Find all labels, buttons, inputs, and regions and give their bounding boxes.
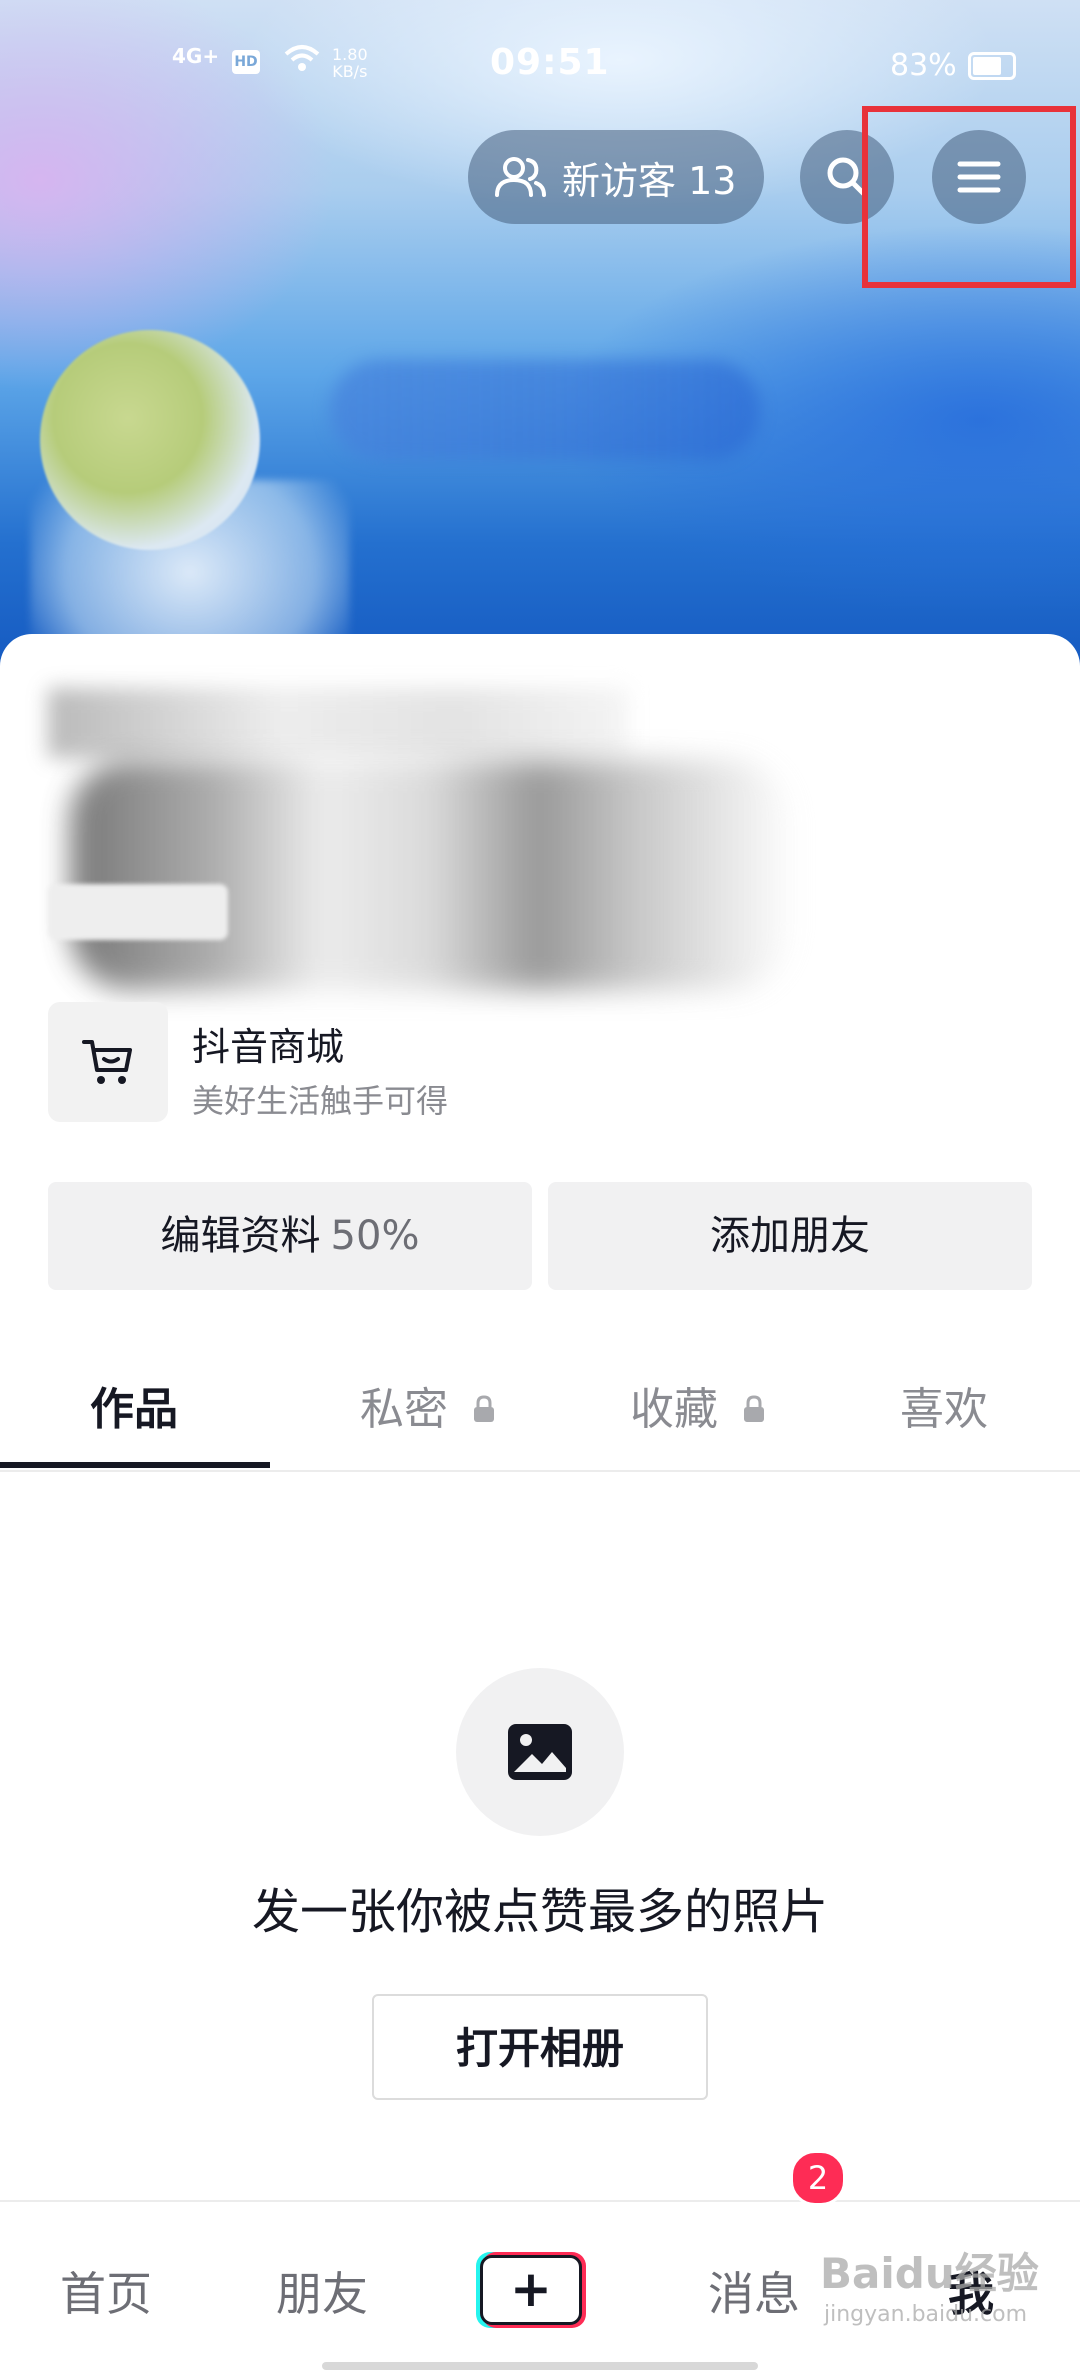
create-button-face: + xyxy=(480,2255,582,2325)
empty-state-icon-circle xyxy=(456,1668,624,1836)
tab-likes[interactable]: 喜欢 xyxy=(900,1350,988,1470)
add-friend-button[interactable]: 添加朋友 xyxy=(548,1182,1032,1290)
tab-private[interactable]: 私密 xyxy=(360,1350,496,1470)
network-indicator: 4G+ xyxy=(172,44,220,68)
content-tabs: 作品 私密 收藏 喜欢 xyxy=(0,1350,1080,1472)
new-visitors-button[interactable]: 新访客 13 xyxy=(468,130,764,224)
battery-icon xyxy=(968,52,1016,80)
nav-home[interactable]: 首页 xyxy=(60,2258,152,2324)
redacted-stats xyxy=(48,688,628,758)
profile-header: 4G+ HD 1.80 KB/s 09:51 83% 新访客 13 xyxy=(0,0,1080,680)
edit-profile-button[interactable]: 编辑资料 50% xyxy=(48,1182,532,1290)
lock-icon xyxy=(474,1395,494,1422)
tab-favorites[interactable]: 收藏 xyxy=(630,1350,766,1470)
nav-friends[interactable]: 朋友 xyxy=(276,2258,368,2324)
hd-icon: HD xyxy=(232,50,260,74)
clock: 09:51 xyxy=(490,42,610,83)
empty-state-text: 发一张你被点赞最多的照片 xyxy=(251,1884,828,1940)
wifi-icon xyxy=(282,44,322,82)
avatar[interactable] xyxy=(40,330,260,550)
active-tab-indicator xyxy=(0,1462,270,1468)
nav-messages[interactable]: 消息 xyxy=(708,2258,800,2324)
tab-favorites-label: 收藏 xyxy=(630,1384,718,1435)
plus-icon: + xyxy=(510,2260,552,2318)
redacted-tag xyxy=(48,884,228,940)
tab-works[interactable]: 作品 xyxy=(90,1350,178,1470)
lock-icon xyxy=(744,1395,764,1422)
edit-profile-percent: 50% xyxy=(330,1213,420,1259)
shop-subtitle: 美好生活触手可得 xyxy=(192,1082,449,1120)
tab-private-label: 私密 xyxy=(360,1384,448,1435)
network-speed: 1.80 KB/s xyxy=(332,46,368,80)
home-indicator[interactable] xyxy=(322,2362,758,2370)
status-bar: 4G+ HD 1.80 KB/s 09:51 83% xyxy=(0,30,1080,100)
create-button[interactable]: + xyxy=(476,2252,586,2328)
battery-percent: 83% xyxy=(890,48,957,83)
message-badge: 2 xyxy=(790,2150,846,2206)
speed-unit: KB/s xyxy=(332,62,368,81)
speed-value: 1.80 xyxy=(332,45,368,64)
image-icon xyxy=(508,1724,572,1780)
tab-works-label: 作品 xyxy=(90,1384,178,1435)
new-visitors-label: 新访客 13 xyxy=(562,158,737,203)
menu-highlight-box xyxy=(862,106,1076,288)
people-icon xyxy=(495,157,546,197)
shop-title: 抖音商城 xyxy=(192,1025,345,1069)
tab-likes-label: 喜欢 xyxy=(900,1384,988,1435)
cart-icon xyxy=(82,1040,132,1084)
redacted-bio xyxy=(70,760,790,990)
redacted-username xyxy=(330,360,760,460)
open-album-button[interactable]: 打开相册 xyxy=(372,1994,708,2100)
watermark-url: jingyan.baidu.com xyxy=(824,2302,1028,2327)
shop-icon-box xyxy=(48,1002,168,1122)
watermark-logo: Baidu经验 xyxy=(820,2249,1039,2298)
shop-entry[interactable]: 抖音商城 美好生活触手可得 xyxy=(48,1002,748,1122)
edit-profile-label: 编辑资料 xyxy=(160,1213,321,1259)
